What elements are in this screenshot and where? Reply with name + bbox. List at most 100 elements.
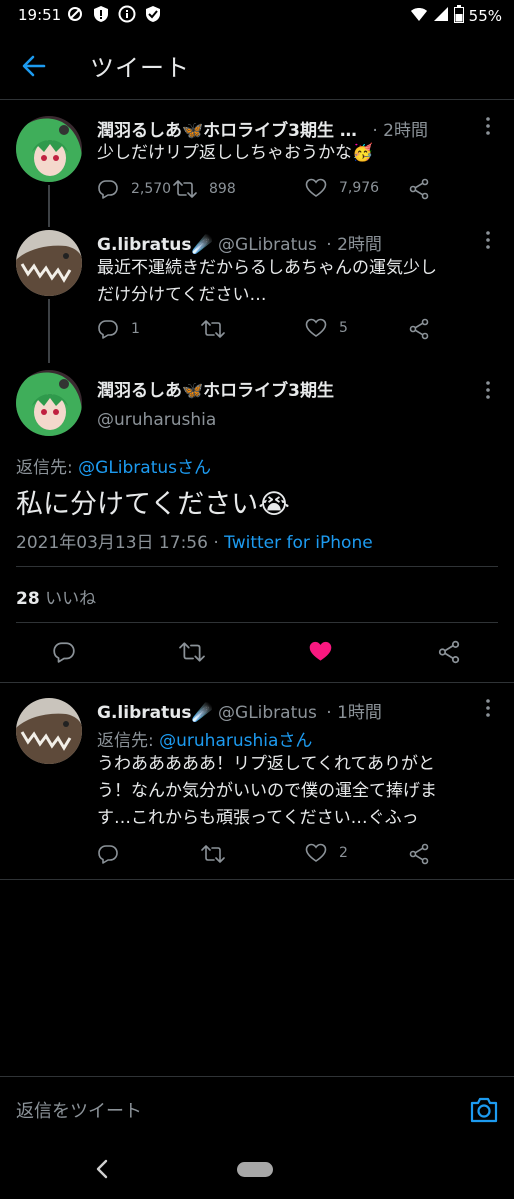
likes-summary[interactable]: 28 いいね [16, 584, 96, 609]
like-button[interactable]: 2 [305, 843, 348, 863]
tweet-source[interactable]: Twitter for iPhone [224, 533, 373, 553]
reply-to-mention[interactable]: @GLibratusさん [78, 458, 211, 478]
avatar-rushia[interactable] [16, 370, 82, 436]
thread-line [48, 185, 50, 227]
battery-icon [453, 5, 464, 27]
retweet-button[interactable] [178, 640, 206, 664]
divider [0, 879, 514, 880]
like-button-active[interactable] [308, 640, 333, 663]
tweet-text-line: う！なんか気分がいいので僕の運全て捧げま [97, 781, 437, 801]
page-title: ツイート [90, 54, 190, 82]
display-name[interactable]: G.libratus☄️ [97, 703, 213, 723]
camera-icon [470, 1097, 498, 1123]
more-options-icon[interactable] [478, 698, 498, 718]
like-button[interactable]: 7,976 [305, 178, 379, 198]
status-time: 19:51 [18, 6, 62, 24]
share-icon [409, 843, 429, 865]
system-back-button[interactable] [92, 1158, 112, 1180]
avatar-glibratus[interactable] [16, 230, 82, 296]
divider [0, 682, 514, 683]
user-handle[interactable]: @uruharushia [97, 410, 216, 430]
reply-to-label: 返信先: [16, 458, 79, 478]
reply-input[interactable]: 返信をツイート [16, 1097, 142, 1123]
divider [16, 622, 498, 623]
likes-summary-count: 28 [16, 589, 40, 609]
thread-line [48, 299, 50, 363]
user-handle[interactable]: @GLibratus [218, 703, 317, 723]
tweet-text-line: だけ分けてください… [97, 285, 267, 305]
avatar-glibratus[interactable] [16, 698, 82, 764]
retweet-icon [201, 845, 225, 863]
like-count: 5 [339, 320, 348, 336]
reply-to-line: 返信先: @uruharushiaさん [97, 726, 312, 751]
share-button[interactable] [408, 843, 430, 865]
more-options-icon[interactable] [478, 116, 498, 136]
reply-button[interactable]: 2,570 [97, 178, 171, 200]
retweet-icon [173, 180, 197, 198]
share-button[interactable] [437, 640, 461, 664]
camera-button[interactable] [468, 1094, 500, 1126]
shield-check-icon [144, 5, 162, 23]
reply-to-mention[interactable]: @uruharushiaさん [159, 731, 312, 751]
wifi-icon [410, 6, 428, 26]
avatar-rushia[interactable] [16, 116, 82, 182]
more-options-icon[interactable] [478, 380, 498, 400]
divider [16, 566, 498, 567]
chevron-left-icon [96, 1159, 108, 1179]
retweet-button[interactable]: 898 [173, 178, 236, 200]
share-button[interactable] [408, 178, 430, 200]
shield-alert-icon [92, 5, 110, 23]
retweet-button[interactable] [201, 318, 225, 340]
heart-icon [305, 178, 327, 197]
reply-button[interactable] [97, 843, 119, 865]
share-button[interactable] [408, 318, 430, 340]
reply-composer[interactable]: 返信をツイート [0, 1076, 514, 1142]
tweet-text: うわあああああ！リプ返してくれてありがと う！なんか気分がいいので僕の運全て捧げ… [97, 751, 437, 832]
reply-button[interactable]: 1 [97, 318, 140, 340]
sync-icon [66, 5, 84, 23]
tweet-text: 最近不運続きだからるしあちゃんの運気少し だけ分けてください… [97, 255, 437, 309]
reply-button[interactable] [52, 640, 76, 664]
reply-icon [53, 642, 75, 663]
reply-icon [98, 845, 118, 864]
system-nav-bar [0, 1142, 514, 1199]
display-name[interactable]: 潤羽るしあ🦋ホロライブ3期生 [97, 381, 334, 401]
retweet-icon [201, 320, 225, 338]
tweet-time[interactable]: · 2時間 [326, 235, 382, 255]
back-button[interactable] [20, 52, 48, 80]
tweet-text: 少しだけリプ返ししちゃおうかな🥳 [97, 143, 374, 163]
retweet-button[interactable] [201, 843, 225, 865]
tweet-time[interactable]: · 2時間 [372, 121, 428, 141]
system-home-pill[interactable] [237, 1162, 273, 1177]
more-options-icon[interactable] [478, 230, 498, 250]
reply-to-label: 返信先: [97, 731, 160, 751]
reply-icon [98, 320, 118, 339]
like-count: 7,976 [339, 180, 380, 196]
likes-summary-label: いいね [39, 589, 97, 609]
retweet-count: 898 [209, 181, 236, 197]
info-icon [118, 5, 136, 23]
display-name[interactable]: G.libratus☄️ [97, 235, 213, 255]
tweet-text-line: うわあああああ！リプ返してくれてありがと [97, 754, 435, 774]
heart-filled-icon [309, 641, 332, 661]
tweet-text-line: す…これからも頑張ってください…ぐふっ [97, 808, 419, 828]
status-bar: 19:51 55% [0, 0, 514, 30]
share-icon [409, 318, 429, 340]
tweet-timestamp: 2021年03月13日 17:56 · [16, 533, 225, 553]
arrow-left-icon [22, 55, 46, 77]
reply-count: 1 [131, 321, 140, 337]
battery-percent: 55% [468, 7, 502, 25]
user-handle[interactable]: @GLibratus [218, 235, 317, 255]
share-icon [409, 178, 429, 200]
tweet-time[interactable]: · 1時間 [326, 703, 382, 723]
share-icon [438, 640, 460, 664]
reply-count: 2,570 [131, 181, 172, 197]
main-tweet-text: 私に分けてください😭 [16, 489, 290, 520]
tweet-text-line: 最近不運続きだからるしあちゃんの運気少し [97, 258, 437, 278]
like-button[interactable]: 5 [305, 318, 348, 338]
app-header: ツイート [0, 30, 514, 100]
retweet-icon [179, 642, 205, 662]
display-name[interactable]: 潤羽るしあ🦋ホロライブ3期生 … [97, 121, 357, 141]
like-count: 2 [339, 845, 348, 861]
signal-icon [433, 6, 449, 26]
